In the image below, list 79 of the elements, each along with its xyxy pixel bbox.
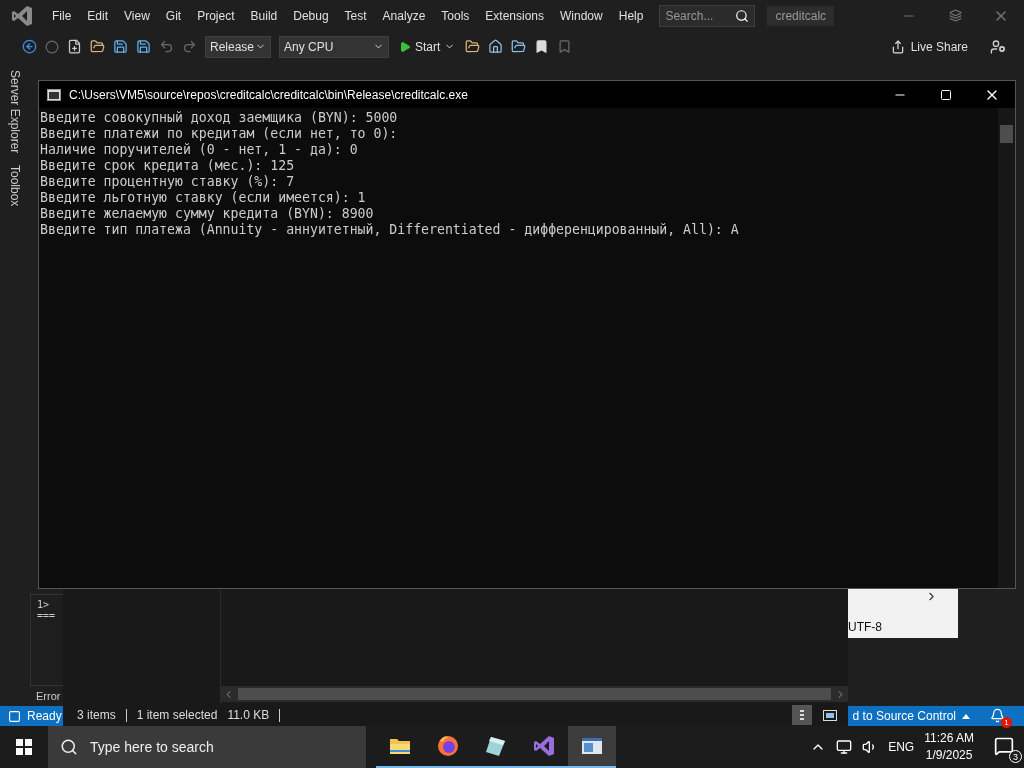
list-icon	[798, 709, 806, 721]
console-line: Введите тип платежа (Annuity - аннуитетный, Differentiated - дифференцированный, All): A	[40, 222, 740, 238]
bookmark-nav-icon[interactable]	[557, 39, 573, 54]
search-icon	[735, 8, 750, 23]
details-view-button[interactable]	[792, 705, 812, 725]
feedback-icon[interactable]	[990, 38, 1006, 55]
menu-item[interactable]: Help	[610, 8, 652, 23]
folder-icon[interactable]	[511, 39, 527, 54]
menu-item[interactable]: Edit	[79, 8, 117, 23]
picture-frame-icon	[823, 709, 837, 721]
language-indicator[interactable]: ENG	[888, 740, 915, 754]
horizontal-scrollbar[interactable]	[221, 686, 848, 702]
menu-item[interactable]: Build	[242, 8, 286, 23]
menu-item[interactable]: File	[44, 8, 80, 23]
output-line: 1>	[37, 599, 51, 610]
encoding-label: UTF-8	[848, 620, 883, 634]
console-line: Наличие поручителей (0 - нет, 1 - да): 0	[40, 142, 359, 158]
menu-item[interactable]: View	[116, 8, 158, 23]
file-size: 11.0 KB	[227, 708, 270, 722]
menu-item[interactable]: Debug	[285, 8, 337, 23]
caret-up-icon[interactable]	[962, 713, 970, 719]
taskbar-search-field[interactable]: Type here to search	[48, 726, 366, 768]
menu-item[interactable]: Analyze	[374, 8, 434, 23]
save-icon[interactable]	[113, 39, 128, 54]
error-list-tab[interactable]: Error	[30, 690, 61, 702]
play-icon	[399, 40, 411, 53]
taskbar-app[interactable]	[568, 726, 616, 768]
notepad-icon	[485, 735, 507, 757]
console-line: Введите совокупный доход заемщика (BYN): 5000	[40, 110, 399, 126]
menu-item[interactable]: Project	[189, 8, 243, 23]
start-button[interactable]: Start	[397, 39, 458, 54]
share-icon	[890, 39, 905, 54]
menu-item[interactable]: Window	[552, 8, 611, 23]
maximize-icon[interactable]	[940, 88, 952, 101]
bell-icon[interactable]	[990, 708, 1005, 723]
console-line: Введите процентную ставку (%): 7	[40, 174, 296, 190]
action-center-icon[interactable]	[994, 736, 1014, 756]
side-tab[interactable]: Toolbox	[8, 165, 22, 207]
console-line: Введите платежи по кредитам (если нет, то 0):	[40, 126, 399, 142]
open-folder-icon[interactable]	[90, 39, 105, 54]
notification-count: 3	[1009, 750, 1022, 763]
save-all-icon[interactable]	[136, 39, 151, 54]
windows-logo-icon	[16, 739, 32, 755]
output-line: ===	[37, 610, 57, 621]
console-icon	[47, 88, 61, 101]
live-share-button[interactable]: Live Share	[890, 39, 968, 54]
item-count: 3 items	[77, 708, 116, 722]
new-item-icon[interactable]	[67, 39, 82, 54]
console-line: Введите срок кредита (мес.): 125	[40, 158, 296, 174]
search-field[interactable]: Search...	[659, 4, 756, 27]
home-icon[interactable]	[488, 39, 504, 54]
solution-name: creditcalc	[767, 5, 835, 26]
menu-item[interactable]: Test	[336, 8, 375, 23]
menu-item[interactable]: Extensions	[477, 8, 553, 23]
notification-badge: 1	[1001, 717, 1012, 728]
back-icon[interactable]	[22, 39, 37, 54]
window-title: C:\Users\VM5\source\repos\creditcalc\creditcalc\bin\Release\creditcalc.exe	[69, 87, 468, 102]
find-folder-icon[interactable]	[465, 39, 481, 54]
search-icon	[60, 738, 78, 756]
console-line: Введите желаемую сумму кредита (BYN): 8900	[40, 206, 375, 222]
configuration-dropdown[interactable]: Release	[205, 35, 271, 58]
window-icon	[581, 737, 603, 755]
vertical-scrollbar[interactable]	[998, 108, 1015, 588]
console-line: Введите льготную ставку (если имеется): 1	[40, 190, 367, 206]
source-control-button[interactable]: d to Source Control	[852, 709, 956, 723]
redo-icon[interactable]	[182, 39, 197, 54]
undo-icon[interactable]	[159, 39, 174, 54]
platform-dropdown[interactable]: Any CPU	[279, 35, 389, 58]
selection-info: 1 item selected	[136, 708, 218, 722]
status-icon	[8, 709, 21, 723]
bookmark-icon[interactable]	[534, 39, 550, 54]
logo-icon	[10, 3, 34, 28]
status-text: Ready	[27, 709, 62, 723]
network-icon[interactable]	[836, 739, 853, 755]
side-tab[interactable]: Server Explorer	[8, 70, 22, 154]
menu-item[interactable]: Tools	[433, 8, 478, 23]
folder-icon	[389, 737, 411, 755]
clock[interactable]: 11:26 AM 1/9/2025	[924, 730, 974, 764]
menu-item[interactable]: Git	[157, 8, 190, 23]
